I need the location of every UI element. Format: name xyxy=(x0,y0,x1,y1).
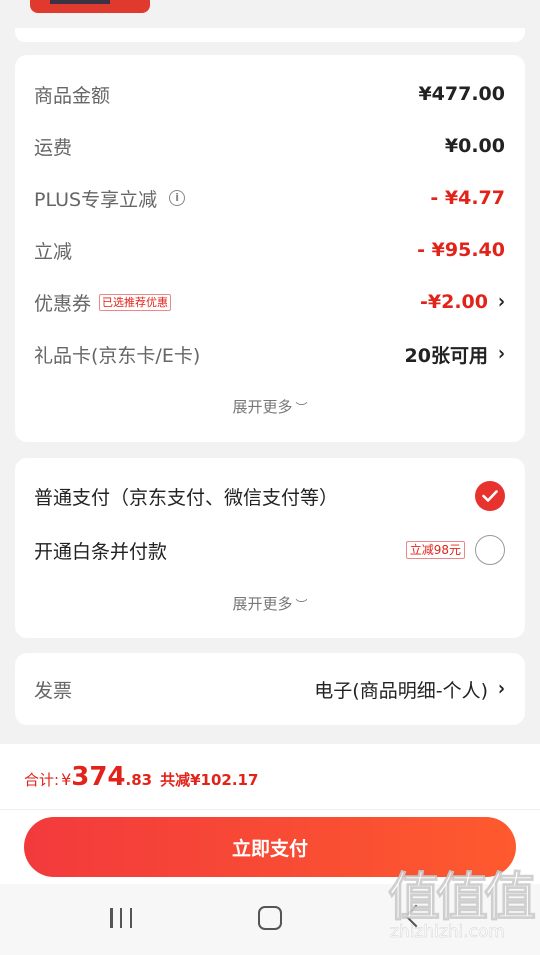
chevron-right-icon: › xyxy=(497,290,505,314)
payment-expand-more-label: 展开更多 xyxy=(232,595,293,613)
total-decimal: .83 xyxy=(125,771,153,789)
previous-card-bottom xyxy=(15,28,525,42)
info-icon[interactable]: i xyxy=(169,190,186,206)
total-integer: 374 xyxy=(71,762,126,792)
goods-amount-value: ¥477.00 xyxy=(418,83,505,105)
plus-discount-row: PLUS专享立减 i - ¥4.77 xyxy=(34,183,505,213)
price-summary-card: 商品金额 ¥477.00 运费 ¥0.00 PLUS专享立减 i - ¥4.77… xyxy=(15,55,525,442)
shipping-value: ¥0.00 xyxy=(444,135,505,157)
recent-apps-icon[interactable] xyxy=(110,908,132,928)
shipping-row: 运费 ¥0.00 xyxy=(34,131,505,161)
invoice-card[interactable]: 发票 电子(商品明细-个人) › xyxy=(15,653,525,725)
chevron-right-icon: › xyxy=(497,342,505,366)
total-currency: ¥ xyxy=(61,770,72,789)
plus-discount-label: PLUS专享立减 xyxy=(34,188,158,211)
gift-card-label: 礼品卡(京东卡/E卡) xyxy=(34,344,201,367)
instant-discount-value: - ¥95.40 xyxy=(417,239,505,261)
coupon-value: -¥2.00 xyxy=(420,291,488,313)
payment-expand-more-button[interactable]: 展开更多 ︶ xyxy=(15,593,525,614)
shipping-label: 运费 xyxy=(34,136,73,159)
payment-baitiao-option[interactable]: 开通白条并付款 立减98元 xyxy=(34,535,505,565)
watermark-chars: 值值值 xyxy=(388,868,537,929)
coupon-row[interactable]: 优惠券 已选推荐优惠 -¥2.00 › xyxy=(34,287,505,317)
chevron-down-icon: ︶ xyxy=(295,598,308,612)
baitiao-discount-tag: 立减98元 xyxy=(405,541,465,559)
checkmark-selected-icon[interactable] xyxy=(475,481,505,511)
gift-card-row[interactable]: 礼品卡(京东卡/E卡) 20张可用 › xyxy=(34,339,505,369)
payment-normal-option[interactable]: 普通支付（京东支付、微信支付等） xyxy=(34,481,505,511)
home-icon[interactable] xyxy=(258,906,282,930)
coupon-label: 优惠券 xyxy=(34,292,92,315)
plus-discount-value: - ¥4.77 xyxy=(430,187,505,209)
chevron-down-icon: ︶ xyxy=(295,401,308,415)
instant-discount-row: 立减 - ¥95.40 xyxy=(34,235,505,265)
radio-unselected-icon[interactable] xyxy=(475,535,505,565)
total-saved: 共减¥102.17 xyxy=(160,771,259,789)
instant-discount-label: 立减 xyxy=(34,240,73,263)
goods-amount-label: 商品金额 xyxy=(34,84,111,107)
payment-baitiao-label: 开通白条并付款 xyxy=(34,540,168,563)
total-line: 合计: ¥ 374 .83 共减¥102.17 xyxy=(24,762,258,792)
chevron-right-icon: › xyxy=(497,677,505,701)
payment-method-card: 普通支付（京东支付、微信支付等） 开通白条并付款 立减98元 展开更多 ︶ xyxy=(15,458,525,638)
product-thumbnail-edge[interactable] xyxy=(30,0,150,13)
total-label: 合计: xyxy=(24,771,60,789)
gift-card-value: 20张可用 xyxy=(404,344,488,367)
invoice-row[interactable]: 发票 电子(商品明细-个人) › xyxy=(34,674,505,704)
payment-normal-label: 普通支付（京东支付、微信支付等） xyxy=(34,486,339,509)
total-bar: 合计: ¥ 374 .83 共减¥102.17 xyxy=(0,744,540,810)
expand-more-button[interactable]: 展开更多 ︶ xyxy=(15,396,525,417)
invoice-label: 发票 xyxy=(34,679,73,702)
watermark-logo: 值值值 zhizhizhi.com xyxy=(388,868,538,955)
coupon-tag: 已选推荐优惠 xyxy=(99,293,172,311)
expand-more-label: 展开更多 xyxy=(232,398,293,416)
goods-amount-row: 商品金额 ¥477.00 xyxy=(34,79,505,109)
invoice-value: 电子(商品明细-个人) xyxy=(314,679,488,702)
